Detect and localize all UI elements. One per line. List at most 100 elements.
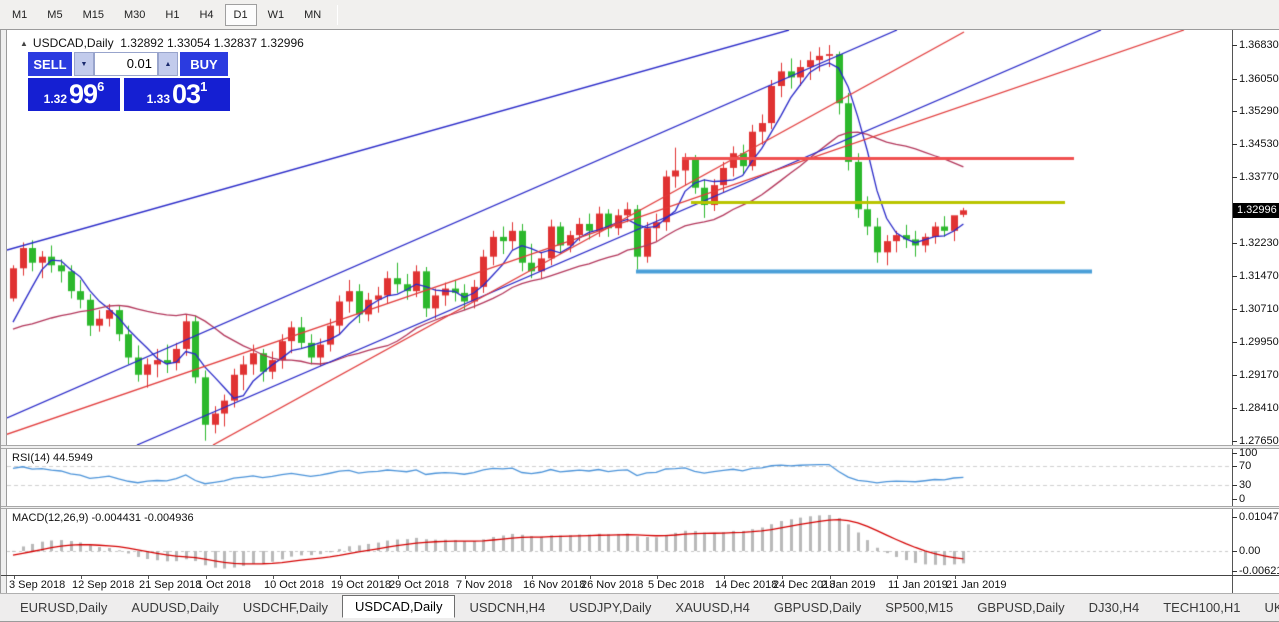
macd-bottom-line [1,575,1279,576]
tab-audusd-daily[interactable]: AUDUSD,Daily [121,597,228,618]
date-label: 7 Nov 2018 [456,579,512,591]
sell-price-point: 6 [97,79,104,94]
price-axis-label-tick [1232,243,1237,244]
frame-top-line [0,29,1279,30]
date-label: 1 Oct 2018 [197,579,251,591]
current-price-badge: 1.32996 [1232,203,1279,218]
timeframe-button-MN[interactable]: MN [295,4,330,26]
volume-input[interactable]: 0.01 [94,52,158,76]
price-axis-label-tick [1232,79,1237,80]
tab-usdcnh-h4[interactable]: USDCNH,H4 [459,597,555,618]
rsi-axis-label-tick [1232,453,1237,454]
buy-button[interactable]: BUY [180,52,228,76]
toolbar-separator [337,5,338,25]
chart-ohlc-values: 1.32892 1.33054 1.32837 1.32996 [120,36,304,50]
price-axis-label-tick [1232,441,1237,442]
tab-dj30-h4[interactable]: DJ30,H4 [1079,597,1150,618]
date-label: 26 Nov 2018 [581,579,643,591]
volume-decrease-button[interactable]: ▼ [74,52,94,76]
price-axis-label: 1.35290 [1239,105,1279,117]
timeframe-button-M5[interactable]: M5 [38,4,71,26]
date-label: 11 Jan 2019 [888,579,948,591]
sell-price-pips: 99 [69,81,97,108]
date-label: 5 Dec 2018 [648,579,704,591]
rsi-axis-label: 100 [1239,447,1257,459]
buy-price-point: 1 [200,79,207,94]
rsi-canvas[interactable] [7,449,1231,506]
rsi-axis-label-tick [1232,485,1237,486]
sell-price-prefix: 1.32 [44,92,67,106]
price-axis-label-tick [1232,276,1237,277]
date-label: 16 Nov 2018 [523,579,585,591]
tab-gbpusd-daily[interactable]: GBPUSD,Daily [967,597,1074,618]
price-axis-label: 1.29950 [1239,336,1279,348]
rsi-axis-label: 70 [1239,460,1251,472]
rsi-indicator-panel: RSI(14) 44.5949 [7,449,1232,506]
tab-usdcad-daily[interactable]: USDCAD,Daily [342,595,455,618]
timeframe-button-D1[interactable]: D1 [225,4,257,26]
time-axis[interactable]: 3 Sep 201812 Sep 201821 Sep 20181 Oct 20… [7,576,1279,593]
chart-rsi-splitter[interactable] [1,445,1279,449]
tab-ukoil-h1[interactable]: UKOil,H1 [1255,597,1279,618]
macd-axis-label-tick [1232,571,1237,572]
chart-symbol-label: USDCAD,Daily [33,36,114,50]
macd-axis-label-tick [1232,517,1237,518]
date-label: 29 Oct 2018 [389,579,449,591]
collapse-triangle-icon[interactable]: ▲ [20,39,28,48]
timeframe-button-W1[interactable]: W1 [259,4,294,26]
price-axis-label-tick [1232,45,1237,46]
macd-axis-label-tick [1232,551,1237,552]
date-label: 2 Jan 2019 [821,579,875,591]
macd-axis-label: -0.006218 [1239,565,1279,577]
price-chart-panel: ▲ USDCAD,Daily 1.32892 1.33054 1.32837 1… [7,30,1232,445]
price-axis-label: 1.34530 [1239,138,1279,150]
one-click-trade-widget: SELL ▼ 0.01 ▲ BUY 1.32 99 6 1.33 03 1 [28,52,230,111]
timeframe-button-M1[interactable]: M1 [3,4,36,26]
spacer [114,36,121,50]
price-axis-label-tick [1232,144,1237,145]
price-axis-label-tick [1232,375,1237,376]
date-label: 3 Sep 2018 [9,579,65,591]
price-axis-label: 1.36050 [1239,73,1279,85]
date-label: 21 Jan 2019 [946,579,1007,591]
price-axis-label-tick [1232,309,1237,310]
tab-gbpusd-daily[interactable]: GBPUSD,Daily [764,597,871,618]
sell-price-panel[interactable]: 1.32 99 6 [28,78,120,111]
timeframe-button-H1[interactable]: H1 [156,4,188,26]
rsi-axis-label-tick [1232,499,1237,500]
buy-price-panel[interactable]: 1.33 03 1 [124,78,230,111]
price-axis-label-tick [1232,342,1237,343]
price-axis-label: 1.33770 [1239,171,1279,183]
trading-platform-window: M1M5M15M30H1H4D1W1MN ▲ USDCAD,Daily 1.32… [0,0,1279,622]
timeframe-button-M30[interactable]: M30 [115,4,154,26]
tab-usdchf-daily[interactable]: USDCHF,Daily [233,597,338,618]
price-axis-label-tick [1232,408,1237,409]
sell-button[interactable]: SELL [28,52,72,76]
tab-tech100-h1[interactable]: TECH100,H1 [1153,597,1250,618]
volume-increase-button[interactable]: ▲ [158,52,178,76]
macd-axis-label: 0.010474 [1239,511,1279,523]
timeframe-button-M15[interactable]: M15 [74,4,113,26]
timeframe-button-H4[interactable]: H4 [190,4,222,26]
price-axis-label: 1.36830 [1239,39,1279,51]
tab-sp500-m15[interactable]: SP500,M15 [875,597,963,618]
date-label: 21 Sep 2018 [139,579,201,591]
price-axis-label: 1.31470 [1239,270,1279,282]
chart-title: ▲ USDCAD,Daily 1.32892 1.33054 1.32837 1… [14,36,304,50]
timeframe-toolbar: M1M5M15M30H1H4D1W1MN [0,0,1279,29]
date-label: 19 Oct 2018 [331,579,391,591]
price-axis-label: 1.32230 [1239,237,1279,249]
price-axis-label: 1.27650 [1239,435,1279,447]
price-axis-label: 1.29170 [1239,369,1279,381]
price-axis-label-tick [1232,111,1237,112]
macd-axis-label: 0.00 [1239,545,1260,557]
rsi-macd-splitter[interactable] [1,506,1279,509]
symbol-tab-bar: EURUSD,DailyAUDUSD,DailyUSDCHF,DailyUSDC… [0,594,1279,621]
tab-eurusd-daily[interactable]: EURUSD,Daily [10,597,117,618]
tab-xauusd-h4[interactable]: XAUUSD,H4 [665,597,759,618]
date-label: 10 Oct 2018 [264,579,324,591]
rsi-label: RSI(14) 44.5949 [12,452,93,464]
tab-usdjpy-daily[interactable]: USDJPY,Daily [559,597,661,618]
date-label: 14 Dec 2018 [715,579,777,591]
macd-indicator-panel: MACD(12,26,9) -0.004431 -0.004936 [7,509,1232,575]
